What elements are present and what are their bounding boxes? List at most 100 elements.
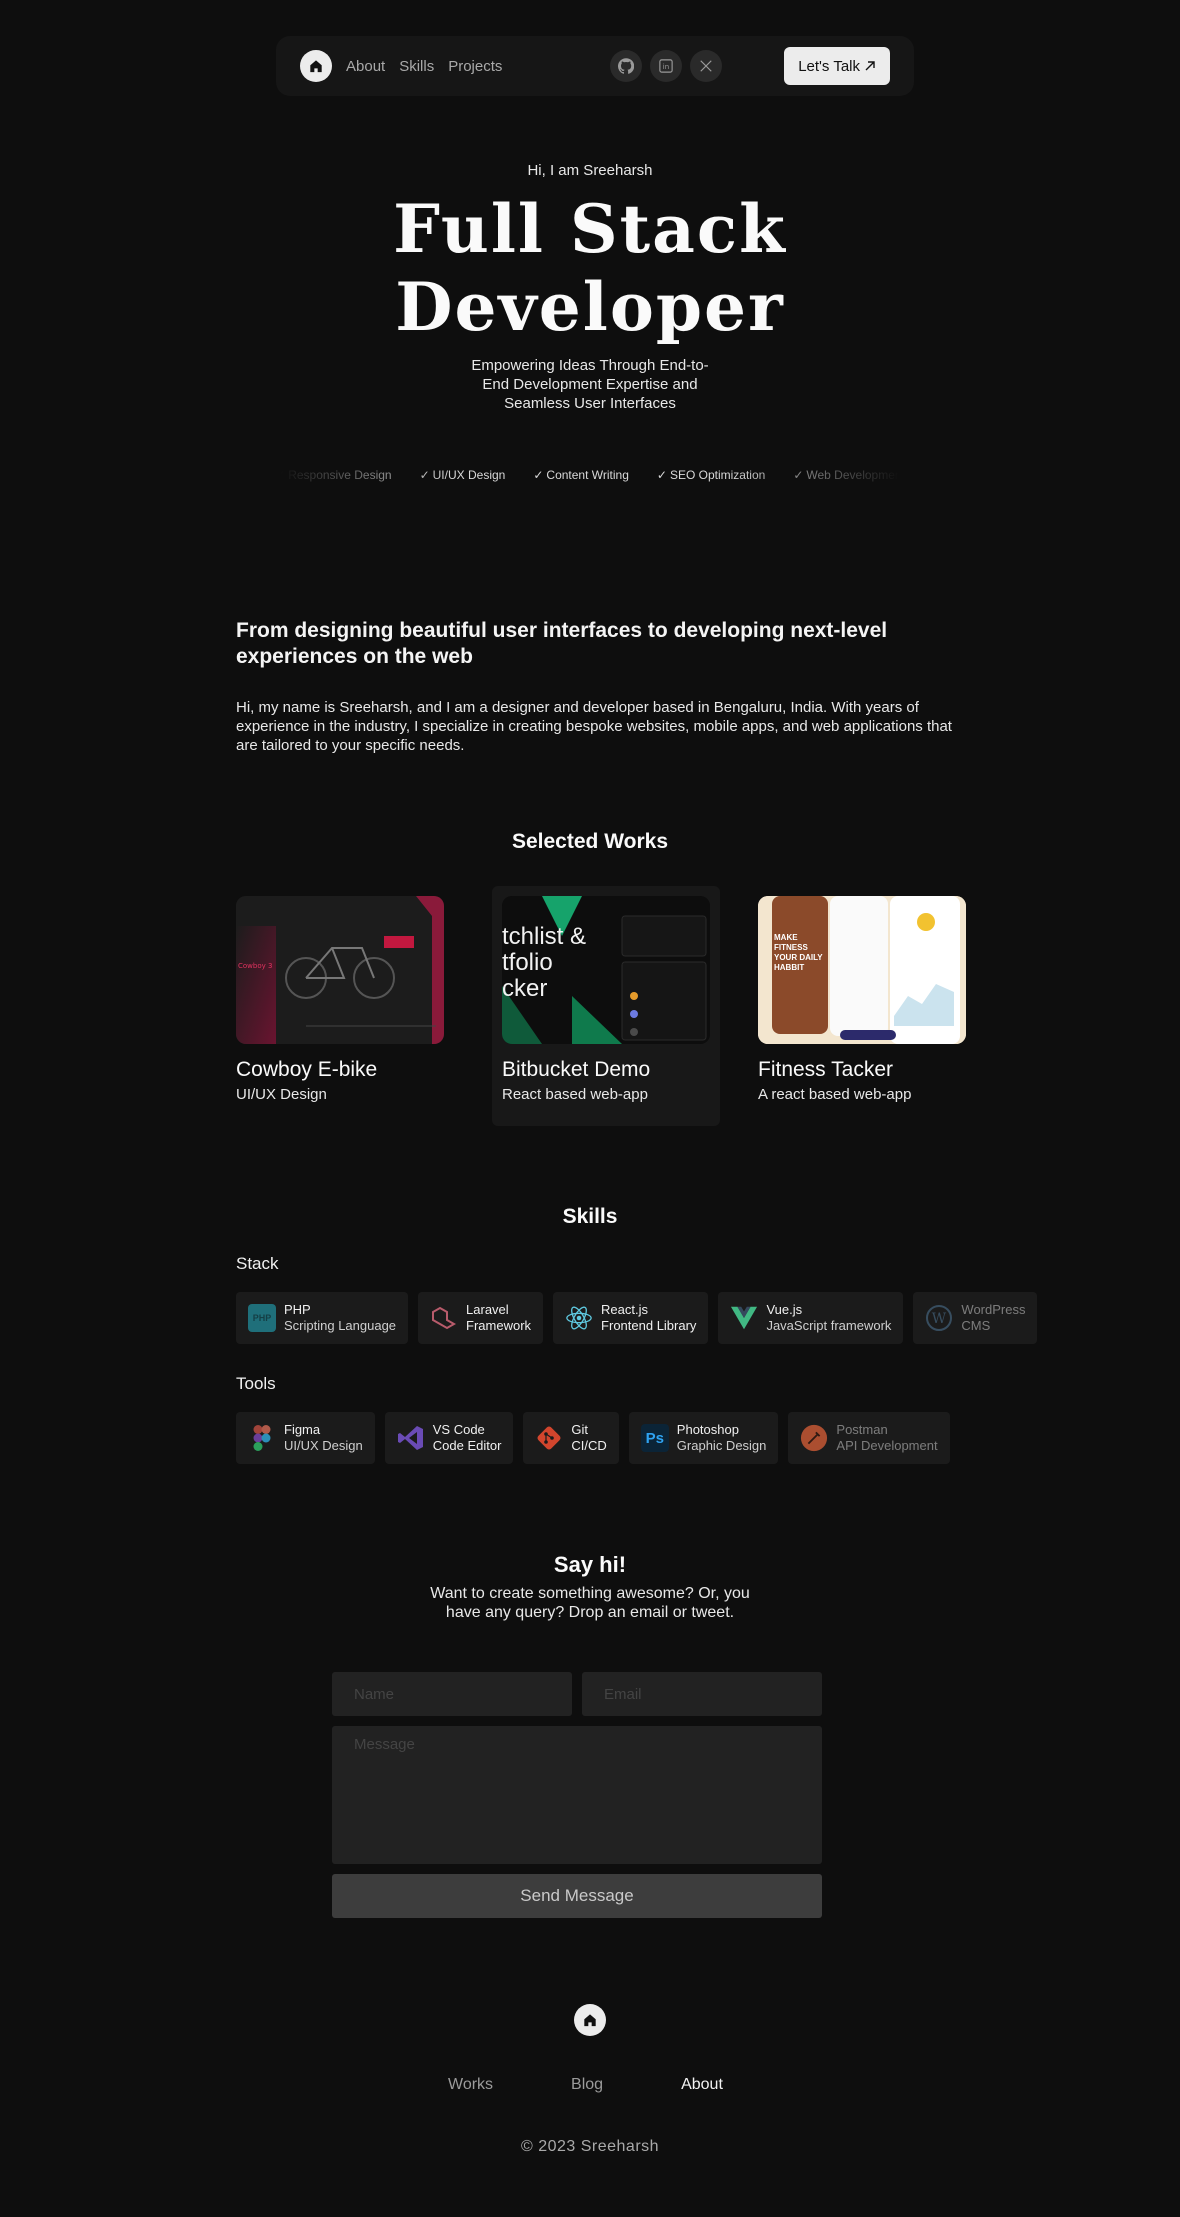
send-message-button[interactable]: Send Message (332, 1874, 822, 1918)
footer-links: Works Blog About (448, 2076, 723, 2094)
tool-desc: Code Editor (432, 1438, 502, 1453)
tool-desc: Graphic Design (676, 1438, 767, 1453)
hero-subtitle: Empowering Ideas Through End-to-End Deve… (471, 357, 709, 412)
skill-desc: CMS (961, 1318, 991, 1333)
tool-desc: API Development (836, 1438, 938, 1453)
work-subtitle: A react based web-app (758, 1086, 912, 1103)
work-card-cowboy[interactable]: Cowboy 3 Cowboy E-bike UI/UX Design (236, 886, 464, 1126)
contact-title: Say hi! (553, 1552, 627, 1577)
top-nav: About Skills Projects in Let's Talk (276, 36, 914, 96)
github-link[interactable] (610, 50, 643, 82)
vue-icon (730, 1304, 758, 1332)
linkedin-link[interactable]: in (650, 50, 683, 82)
footer-link-about[interactable]: About (681, 2076, 723, 2094)
skill-name: React.js (601, 1302, 649, 1317)
skill-desc: Scripting Language (284, 1318, 397, 1333)
skill-chip-vue[interactable]: Vue.js JavaScript framework (718, 1292, 904, 1344)
work-thumbnail: MAKE FITNESS YOUR DAILY HABBIT (758, 896, 966, 1044)
svg-text:cker: cker (502, 975, 547, 1002)
email-input[interactable] (582, 1672, 822, 1716)
skill-chip-php[interactable]: PHP PHP Scripting Language (236, 1292, 409, 1344)
skill-desc: Framework (466, 1318, 532, 1333)
check-icon: ✓ (533, 468, 544, 482)
home-button[interactable] (300, 50, 332, 82)
contact-subtitle: Want to create something awesome? Or, yo… (430, 1585, 750, 1621)
skill-desc: JavaScript framework (766, 1318, 892, 1333)
work-title: Bitbucket Demo (502, 1058, 651, 1081)
work-title: Fitness Tacker (758, 1058, 893, 1081)
skills-ticker: ✓ Responsive Design ✓ UI/UX Design ✓ Conten… (280, 468, 900, 488)
about-heading: From designing beautiful user interfaces… (236, 619, 888, 668)
check-icon: ✓ (280, 468, 286, 482)
skills-title: Skills (562, 1205, 618, 1228)
ticker-item: ✓ Web Development (793, 468, 900, 488)
hero-title-line2: Developer (395, 268, 785, 346)
x-link[interactable] (690, 50, 723, 82)
tool-desc: CI/CD (571, 1438, 607, 1453)
work-card-fitness[interactable]: MAKE FITNESS YOUR DAILY HABBIT Fitness T… (748, 886, 976, 1126)
work-subtitle: UI/UX Design (236, 1086, 327, 1103)
svg-text:MAKE: MAKE (774, 933, 798, 942)
message-input[interactable] (332, 1726, 822, 1864)
home-icon (584, 2014, 596, 2027)
svg-text:tchlist &: tchlist & (502, 923, 586, 950)
tool-name: Git (571, 1422, 589, 1437)
tool-chip-vscode[interactable]: VS Code Code Editor (384, 1412, 514, 1464)
work-thumbnail: tchlist & tfolio cker (502, 896, 710, 1044)
hero-title-line1: Full Stack (393, 190, 787, 268)
skill-name: Laravel (466, 1302, 509, 1317)
skill-name: WordPress (961, 1302, 1026, 1317)
works-title: Selected Works (511, 830, 668, 853)
tool-chip-postman[interactable]: Postman API Development (788, 1412, 950, 1464)
ticker-item: ✓ Content Writing (533, 468, 629, 488)
nav-link-projects[interactable]: Projects (448, 58, 502, 75)
skill-chip-react[interactable]: React.js Frontend Library (553, 1292, 709, 1344)
tool-name: Postman (836, 1422, 888, 1437)
ticker-item: ✓ SEO Optimization (657, 468, 765, 488)
copyright: © 2023 Sreeharsh (520, 2138, 660, 2155)
work-thumbnail: Cowboy 3 (236, 896, 444, 1044)
wordpress-icon: W (925, 1304, 953, 1332)
svg-text:in: in (663, 63, 669, 71)
work-card-bitbucket[interactable]: tchlist & tfolio cker Bitbucket Demo Rea… (492, 886, 720, 1126)
ticker-item: ✓ Responsive Design (280, 468, 392, 488)
nav-link-skills[interactable]: Skills (399, 58, 434, 75)
tool-name: Figma (284, 1422, 321, 1437)
hero-greeting: Hi, I am Sreeharsh (527, 162, 653, 179)
postman-icon (800, 1424, 828, 1452)
check-icon: ✓ (656, 468, 667, 482)
ticker-item: ✓ UI/UX Design (420, 468, 506, 488)
fitness-illustration: MAKE FITNESS YOUR DAILY HABBIT (758, 896, 966, 1044)
check-icon: ✓ (793, 468, 804, 482)
git-icon (535, 1424, 563, 1452)
skill-name: Vue.js (766, 1302, 803, 1317)
skill-chip-laravel[interactable]: Laravel Framework (418, 1292, 544, 1344)
svg-text:HABBIT: HABBIT (774, 963, 804, 972)
footer-link-works[interactable]: Works (448, 2076, 493, 2094)
tools-list: Figma UI/UX Design VS Code Code Editor Git… (236, 1412, 950, 1464)
lets-talk-button[interactable]: Let's Talk (784, 47, 890, 85)
name-input[interactable] (332, 1672, 572, 1716)
php-icon: PHP (248, 1304, 276, 1332)
stack-list: PHP PHP Scripting Language Laravel Framewo… (236, 1292, 1038, 1344)
svg-text:Cowboy 3: Cowboy 3 (238, 962, 272, 970)
home-icon (310, 60, 322, 73)
skill-chip-wordpress[interactable]: W WordPress CMS (913, 1292, 1038, 1344)
tool-chip-figma[interactable]: Figma UI/UX Design (236, 1412, 375, 1464)
tool-desc: UI/UX Design (284, 1438, 363, 1453)
bike-illustration: Cowboy 3 (236, 896, 444, 1044)
nav-link-about[interactable]: About (346, 58, 385, 75)
footer-home-button[interactable] (574, 2004, 606, 2036)
svg-text:FITNESS: FITNESS (774, 943, 808, 952)
footer-link-blog[interactable]: Blog (571, 2076, 603, 2094)
tool-chip-git[interactable]: Git CI/CD (523, 1412, 619, 1464)
hero-title: Full Stack Developer (0, 190, 1180, 346)
figma-icon (248, 1424, 276, 1452)
work-subtitle: React based web-app (502, 1086, 648, 1103)
works-grid: Cowboy 3 Cowboy E-bike UI/UX Design tchl… (236, 886, 976, 1126)
skill-name: PHP (284, 1302, 311, 1317)
skill-desc: Frontend Library (601, 1318, 697, 1333)
tool-chip-photoshop[interactable]: Ps Photoshop Graphic Design (628, 1412, 779, 1464)
lets-talk-label: Let's Talk (798, 57, 860, 75)
x-icon (700, 60, 713, 72)
